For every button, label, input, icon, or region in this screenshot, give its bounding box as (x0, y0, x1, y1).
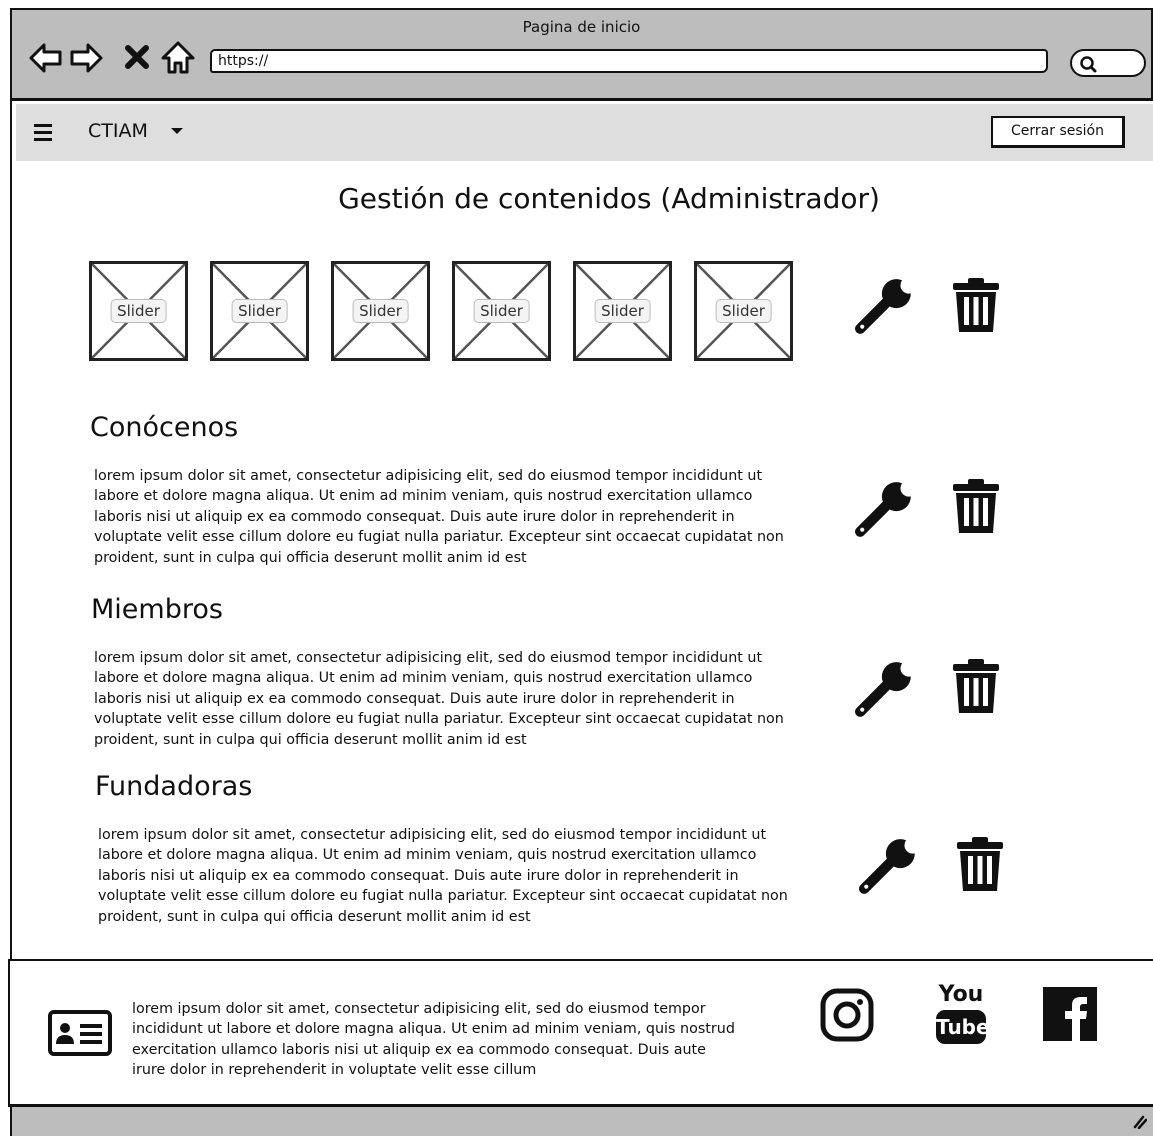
instagram-icon[interactable] (820, 988, 874, 1042)
footer-text: lorem ipsum dolor sit amet, consectetur … (132, 1001, 735, 1079)
browser-status-bar (10, 1107, 1153, 1136)
contact-card-icon (48, 1010, 112, 1056)
browser-search-button[interactable] (1070, 49, 1146, 77)
resize-grip-icon[interactable] (1129, 1113, 1147, 1129)
trash-icon[interactable] (954, 836, 1006, 892)
trash-icon[interactable] (950, 478, 1002, 534)
window-title: Pagina de inicio (522, 18, 641, 36)
slider-label: Slider (352, 299, 409, 323)
app-navbar: CTIAM Cerrar sesión (16, 104, 1153, 161)
slider-label: Slider (473, 299, 530, 323)
slider-placeholder[interactable]: Slider (452, 261, 551, 361)
home-icon[interactable] (160, 40, 196, 76)
slider-label: Slider (715, 299, 772, 323)
wrench-icon[interactable] (855, 275, 917, 337)
youtube-tube-text: Tube (936, 1010, 990, 1044)
section-text-conocenos: lorem ipsum dolor sit amet, consectetur … (94, 468, 784, 566)
forward-arrow-icon[interactable] (68, 40, 104, 76)
slider-label: Slider (231, 299, 288, 323)
trash-icon[interactable] (950, 658, 1002, 714)
logout-button[interactable]: Cerrar sesión (991, 116, 1125, 148)
hamburger-menu-icon[interactable] (34, 124, 52, 141)
wrench-icon[interactable] (859, 835, 921, 897)
slider-placeholder[interactable]: Slider (331, 261, 430, 361)
section-text-fundadoras: lorem ipsum dolor sit amet, consectetur … (98, 827, 788, 925)
back-arrow-icon[interactable] (28, 40, 64, 76)
page-title: Gestión de contenidos (Administrador) (338, 182, 880, 215)
stop-icon[interactable] (124, 44, 150, 70)
section-text-miembros: lorem ipsum dolor sit amet, consectetur … (94, 650, 784, 748)
caret-down-icon[interactable] (171, 128, 183, 134)
slider-placeholder[interactable]: Slider (694, 261, 793, 361)
wrench-icon[interactable] (855, 658, 917, 720)
section-title-fundadoras: Fundadoras (95, 771, 253, 802)
youtube-you-text: You (938, 982, 984, 1007)
brand-dropdown[interactable]: CTIAM (88, 120, 148, 142)
slider-label: Slider (110, 299, 167, 323)
facebook-icon[interactable] (1043, 987, 1097, 1041)
section-title-conocenos: Conócenos (90, 412, 239, 443)
trash-icon[interactable] (950, 277, 1002, 333)
browser-toolbar: Pagina de inicio https:// (10, 8, 1153, 101)
search-icon (1080, 56, 1097, 73)
slider-placeholder[interactable]: Slider (89, 261, 188, 361)
url-input[interactable]: https:// (210, 49, 1048, 73)
slider-label: Slider (594, 299, 651, 323)
slider-placeholder[interactable]: Slider (573, 261, 672, 361)
section-title-miembros: Miembros (91, 594, 223, 625)
slider-placeholder[interactable]: Slider (210, 261, 309, 361)
wrench-icon[interactable] (855, 478, 917, 540)
youtube-icon[interactable]: You Tube (934, 982, 990, 1046)
